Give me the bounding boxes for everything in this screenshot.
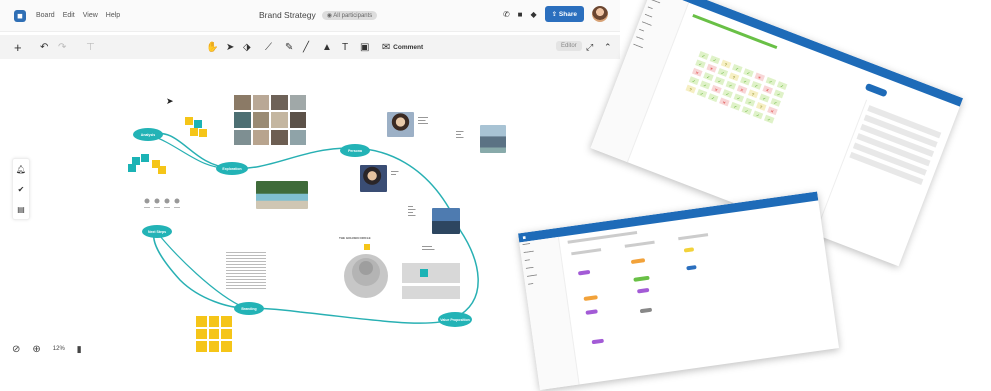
tag-pill bbox=[583, 295, 598, 302]
window-action-button[interactable] bbox=[864, 82, 888, 98]
photo bbox=[271, 95, 288, 111]
photo bbox=[289, 112, 306, 128]
node-analysis[interactable]: Analysis bbox=[133, 128, 163, 141]
column-title bbox=[571, 248, 602, 256]
kanban-column[interactable] bbox=[678, 231, 741, 347]
city-photo[interactable] bbox=[480, 125, 506, 153]
sticky-note[interactable] bbox=[158, 166, 166, 174]
sticky-note bbox=[208, 328, 220, 340]
tag-pill bbox=[585, 309, 598, 315]
layout-block[interactable] bbox=[402, 263, 460, 299]
persona-text-block: ▬▬▬▬ ▬▬▬ ▬▬▬▬ bbox=[418, 116, 428, 125]
column-title bbox=[624, 240, 655, 248]
cursor-icon: ➤ bbox=[166, 96, 174, 106]
tag-pill bbox=[686, 265, 697, 271]
photo bbox=[289, 129, 306, 145]
mind-map-connectors bbox=[149, 132, 479, 324]
sticky-note bbox=[420, 269, 428, 277]
sticky-note bbox=[221, 341, 232, 352]
zoom-bar: ⊘ ⊕ 12% ▮ bbox=[12, 340, 82, 358]
board-window: ◼ Board Edit View Help Brand Strategy ◉ … bbox=[0, 0, 620, 391]
city-text-block: ▬▬▬ ▬▬ ▬▬▬ bbox=[456, 130, 464, 139]
node-value-proposition[interactable]: Value Proposition bbox=[438, 312, 472, 327]
night-city-photo[interactable] bbox=[432, 208, 460, 234]
sticky-note[interactable] bbox=[199, 129, 207, 137]
tag-pill bbox=[633, 275, 650, 282]
pool-photo[interactable] bbox=[256, 181, 308, 209]
block-caption: ▬▬▬▬ ▬▬▬▬▬ bbox=[422, 245, 435, 251]
photo bbox=[289, 95, 306, 111]
photo bbox=[234, 95, 251, 111]
tag-pill bbox=[683, 247, 695, 253]
tag-pill bbox=[636, 287, 650, 294]
photo bbox=[252, 112, 269, 128]
tag-pill bbox=[591, 338, 605, 345]
kanban-column[interactable] bbox=[624, 238, 688, 354]
persona-photo[interactable] bbox=[360, 165, 387, 192]
tag-pill bbox=[639, 307, 653, 314]
node-branding[interactable]: Branding bbox=[234, 302, 264, 315]
photo bbox=[271, 129, 288, 145]
document-text[interactable] bbox=[226, 252, 266, 290]
city-text-block: ▬▬ ▬▬▬ ▬▬ ▬▬▬ bbox=[408, 205, 416, 217]
sticky-note[interactable] bbox=[141, 154, 149, 162]
app-logo-icon: ◼ bbox=[522, 234, 527, 240]
sticky-note[interactable] bbox=[128, 164, 136, 172]
tag-pill bbox=[630, 258, 646, 265]
photo bbox=[234, 112, 251, 128]
icon-row bbox=[144, 198, 180, 208]
sticky-note[interactable] bbox=[190, 128, 198, 136]
sticky-note[interactable] bbox=[194, 120, 202, 128]
persona-text-block: ▬▬▬ ▬▬ bbox=[391, 170, 399, 176]
sticky-note bbox=[221, 328, 232, 340]
sticky-grid[interactable] bbox=[196, 316, 232, 352]
sticky-note bbox=[196, 328, 207, 340]
column-title bbox=[678, 233, 709, 241]
photo bbox=[271, 112, 288, 128]
sticky-note bbox=[208, 341, 220, 352]
mouse-icon[interactable]: ▮ bbox=[77, 344, 82, 355]
navigate-icon[interactable]: ⊘ bbox=[12, 344, 20, 355]
tag-pill bbox=[577, 269, 591, 276]
photo bbox=[252, 95, 269, 111]
availability-grid[interactable]: ✓ ✓? ✓ ✓ ✕ ✓ ✓ ✓ ✕ ✓? ✓ ✓ ✕ ✓ ✕ ✓ ✓ ✓ ✕? ✓ ✓ ✓ ✓ ✕ ✓ ✓ ✓? ✕ ? ✓ ✓ ✕… bbox=[646, 35, 853, 202]
zoom-level[interactable]: 12% bbox=[53, 346, 65, 352]
photo-grid[interactable] bbox=[234, 95, 306, 145]
golden-circle-diagram[interactable] bbox=[343, 240, 403, 302]
sticky-note bbox=[196, 316, 207, 327]
sticky-note bbox=[196, 341, 207, 352]
node-persona[interactable]: Persona bbox=[340, 144, 370, 157]
sticky-note bbox=[221, 316, 232, 327]
sticky-note bbox=[208, 316, 220, 327]
photo bbox=[252, 129, 269, 145]
persona-photo[interactable] bbox=[387, 112, 414, 137]
photo bbox=[234, 129, 251, 145]
node-next-steps[interactable]: Next Steps bbox=[142, 225, 172, 238]
divider bbox=[402, 283, 460, 286]
sticky-note[interactable] bbox=[185, 117, 193, 125]
node-exploration[interactable]: Exploration bbox=[216, 162, 248, 175]
zoom-icon[interactable]: ⊕ bbox=[32, 344, 40, 355]
kanban-column[interactable] bbox=[571, 246, 634, 362]
